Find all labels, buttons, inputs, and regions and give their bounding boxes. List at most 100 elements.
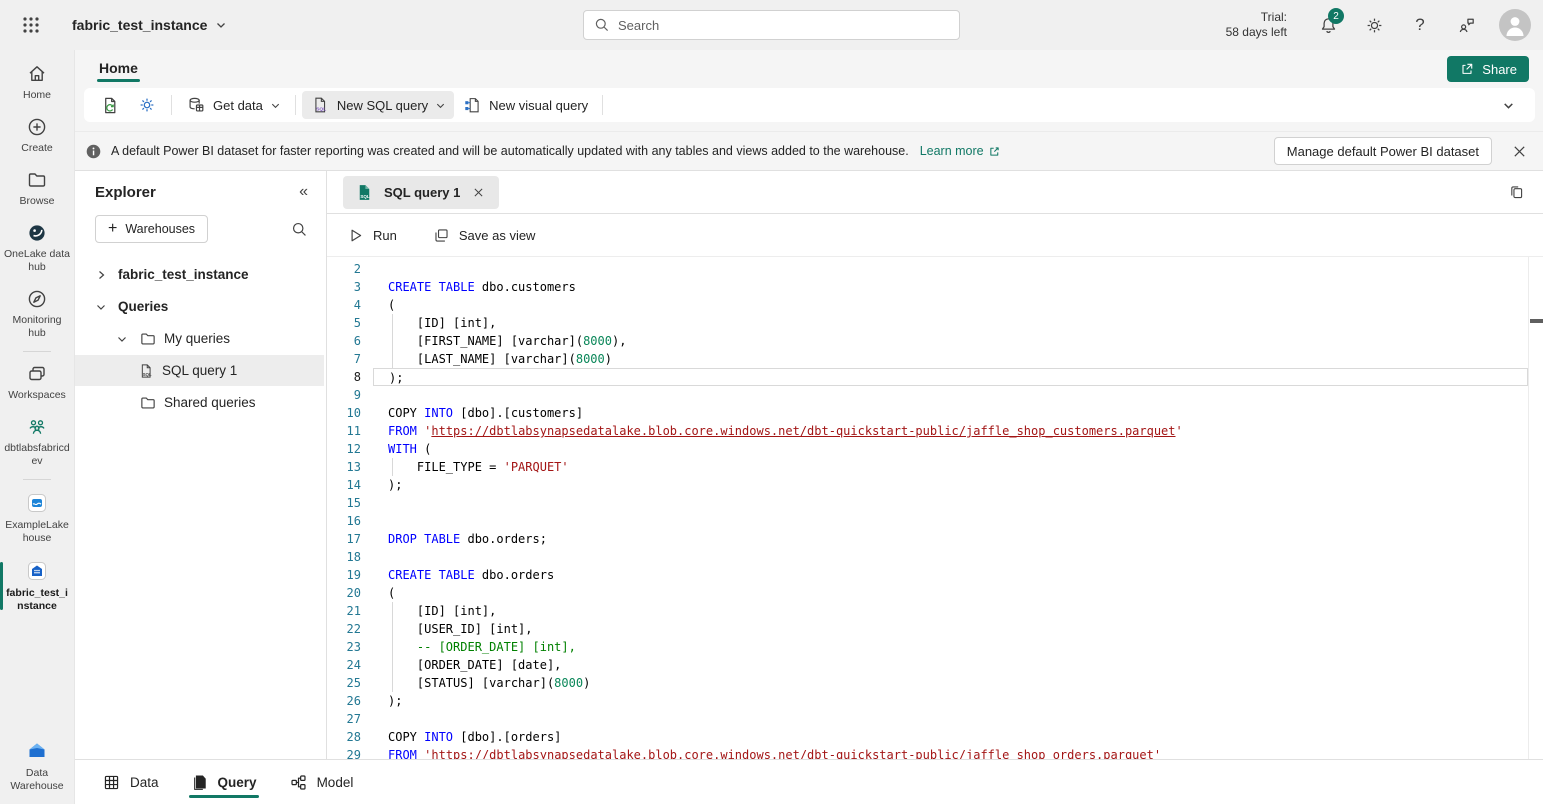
sidebar-item-browse[interactable]: Browse <box>0 162 74 215</box>
banner-close-icon[interactable] <box>1508 140 1531 163</box>
bottom-view-switcher: Data Query Model <box>75 759 1543 804</box>
help-icon: ? <box>1415 15 1424 35</box>
code-line[interactable]: 17DROP TABLE dbo.orders; <box>327 530 1528 548</box>
manage-default-dataset-button[interactable]: Manage default Power BI dataset <box>1274 137 1492 165</box>
code-line[interactable]: 6 [FIRST_NAME] [varchar](8000), <box>327 332 1528 350</box>
database-icon <box>186 95 206 115</box>
tree-item-warehouse[interactable]: fabric_test_instance <box>75 259 324 290</box>
sql-code-editor[interactable]: 23CREATE TABLE dbo.customers4(5 [ID] [in… <box>327 257 1543 759</box>
code-line[interactable]: 23 -- [ORDER_DATE] [int], <box>327 638 1528 656</box>
code-line[interactable]: 29FROM 'https://dbtlabsynapsedatalake.bl… <box>327 746 1528 759</box>
close-tab-icon[interactable] <box>470 184 487 201</box>
save-as-view-button[interactable]: Save as view <box>433 227 536 244</box>
tab-model[interactable]: Model <box>287 763 356 802</box>
explorer-tree: fabric_test_instance Queries My queries … <box>75 259 326 418</box>
code-line[interactable]: 8); <box>327 368 1528 386</box>
settings-button[interactable] <box>1355 6 1393 44</box>
sidebar-item-examplelakehouse[interactable]: ExampleLakehouse <box>0 484 74 552</box>
code-line[interactable]: 26); <box>327 692 1528 710</box>
code-line[interactable]: 11FROM 'https://dbtlabsynapsedatalake.bl… <box>327 422 1528 440</box>
notifications-button[interactable]: 2 <box>1309 6 1347 44</box>
tab-home[interactable]: Home <box>97 54 140 84</box>
sidebar-item-workspaces[interactable]: Workspaces <box>0 356 74 409</box>
line-number: 15 <box>327 494 361 512</box>
tab-query[interactable]: Query <box>189 763 259 801</box>
tab-data[interactable]: Data <box>100 763 161 802</box>
line-number: 7 <box>327 350 361 368</box>
share-icon <box>1459 61 1475 77</box>
code-line[interactable]: 4( <box>327 296 1528 314</box>
code-line[interactable]: 5 [ID] [int], <box>327 314 1528 332</box>
line-number: 17 <box>327 530 361 548</box>
line-number: 9 <box>327 386 361 404</box>
sidebar-item-fabric-test-instance[interactable]: fabric_test_instance <box>0 552 74 620</box>
account-avatar[interactable] <box>1499 9 1531 41</box>
toolbar-divider <box>602 95 603 115</box>
code-line[interactable]: 2 <box>327 260 1528 278</box>
code-line[interactable]: 21 [ID] [int], <box>327 602 1528 620</box>
code-line[interactable]: 9 <box>327 386 1528 404</box>
code-line[interactable]: 12WITH ( <box>327 440 1528 458</box>
toolbar-expand-button[interactable] <box>1502 99 1515 112</box>
svg-text:SQL: SQL <box>316 106 326 112</box>
collapse-panel-icon[interactable]: « <box>299 183 308 201</box>
code-line[interactable]: 14); <box>327 476 1528 494</box>
search-input[interactable]: Search <box>583 10 960 40</box>
editor-scrollbar[interactable] <box>1528 257 1543 759</box>
chevron-down-icon <box>270 100 281 111</box>
top-bar: fabric_test_instance Search Trial: 58 da… <box>0 0 1543 50</box>
tree-item-sql-query-1[interactable]: SQL SQL query 1 <box>75 355 324 386</box>
refresh-button[interactable] <box>92 91 129 119</box>
help-button[interactable]: ? <box>1401 6 1439 44</box>
home-icon <box>26 63 48 85</box>
tree-item-shared-queries[interactable]: Shared queries <box>75 387 324 418</box>
code-line[interactable]: 27 <box>327 710 1528 728</box>
sidebar-item-monitoring-hub[interactable]: Monitoring hub <box>0 281 74 347</box>
code-line[interactable]: 20( <box>327 584 1528 602</box>
code-line[interactable]: 16 <box>327 512 1528 530</box>
line-number: 28 <box>327 728 361 746</box>
app-launcher-icon[interactable] <box>14 8 48 42</box>
lakehouse-icon <box>25 491 49 515</box>
add-warehouses-button[interactable]: + Warehouses <box>95 215 208 243</box>
sql-document-icon: SQL <box>137 362 155 380</box>
tree-item-my-queries[interactable]: My queries <box>75 323 324 354</box>
code-line[interactable]: 13 FILE_TYPE = 'PARQUET' <box>327 458 1528 476</box>
code-line[interactable]: 25 [STATUS] [varchar](8000) <box>327 674 1528 692</box>
new-sql-query-button[interactable]: SQL New SQL query <box>302 91 454 119</box>
sidebar-item-home[interactable]: Home <box>0 56 74 109</box>
workspace-switcher[interactable]: fabric_test_instance <box>72 17 227 33</box>
learn-more-link[interactable]: Learn more <box>920 144 1001 158</box>
grid-icon <box>102 773 121 792</box>
share-button[interactable]: Share <box>1447 56 1529 82</box>
code-line[interactable]: 19CREATE TABLE dbo.orders <box>327 566 1528 584</box>
toolbar-divider <box>295 95 296 115</box>
tool-settings-button[interactable] <box>129 91 165 119</box>
line-number: 19 <box>327 566 361 584</box>
explorer-search-icon[interactable] <box>291 221 308 238</box>
chevron-down-icon <box>215 19 227 31</box>
code-line[interactable]: 18 <box>327 548 1528 566</box>
code-line[interactable]: 10COPY INTO [dbo].[customers] <box>327 404 1528 422</box>
tab-sql-query-1[interactable]: SQL SQL query 1 <box>343 176 499 209</box>
code-line[interactable]: 15 <box>327 494 1528 512</box>
new-visual-query-button[interactable]: New visual query <box>454 91 596 119</box>
tree-item-queries[interactable]: Queries <box>75 291 324 322</box>
code-line[interactable]: 3CREATE TABLE dbo.customers <box>327 278 1528 296</box>
sidebar-item-dbtlabsfabricdev[interactable]: dbtlabsfabricdev <box>0 409 74 475</box>
code-line[interactable]: 22 [USER_ID] [int], <box>327 620 1528 638</box>
code-line[interactable]: 24 [ORDER_DATE] [date], <box>327 656 1528 674</box>
sidebar-item-onelake-data-hub[interactable]: OneLake data hub <box>0 215 74 281</box>
code-line[interactable]: 28COPY INTO [dbo].[orders] <box>327 728 1528 746</box>
feedback-button[interactable] <box>1447 6 1485 44</box>
run-button[interactable]: Run <box>347 227 397 244</box>
sidebar-item-create[interactable]: Create <box>0 109 74 162</box>
copy-icon[interactable] <box>1504 180 1529 205</box>
toolbar: Get data SQL New SQL query New visual qu… <box>84 88 1535 122</box>
code-line[interactable]: 7 [LAST_NAME] [varchar](8000) <box>327 350 1528 368</box>
info-banner: A default Power BI dataset for faster re… <box>75 131 1543 171</box>
get-data-button[interactable]: Get data <box>178 91 289 119</box>
sidebar-item-data-warehouse[interactable]: Data Warehouse <box>0 732 74 800</box>
line-number: 3 <box>327 278 361 296</box>
banner-message: A default Power BI dataset for faster re… <box>111 144 909 158</box>
